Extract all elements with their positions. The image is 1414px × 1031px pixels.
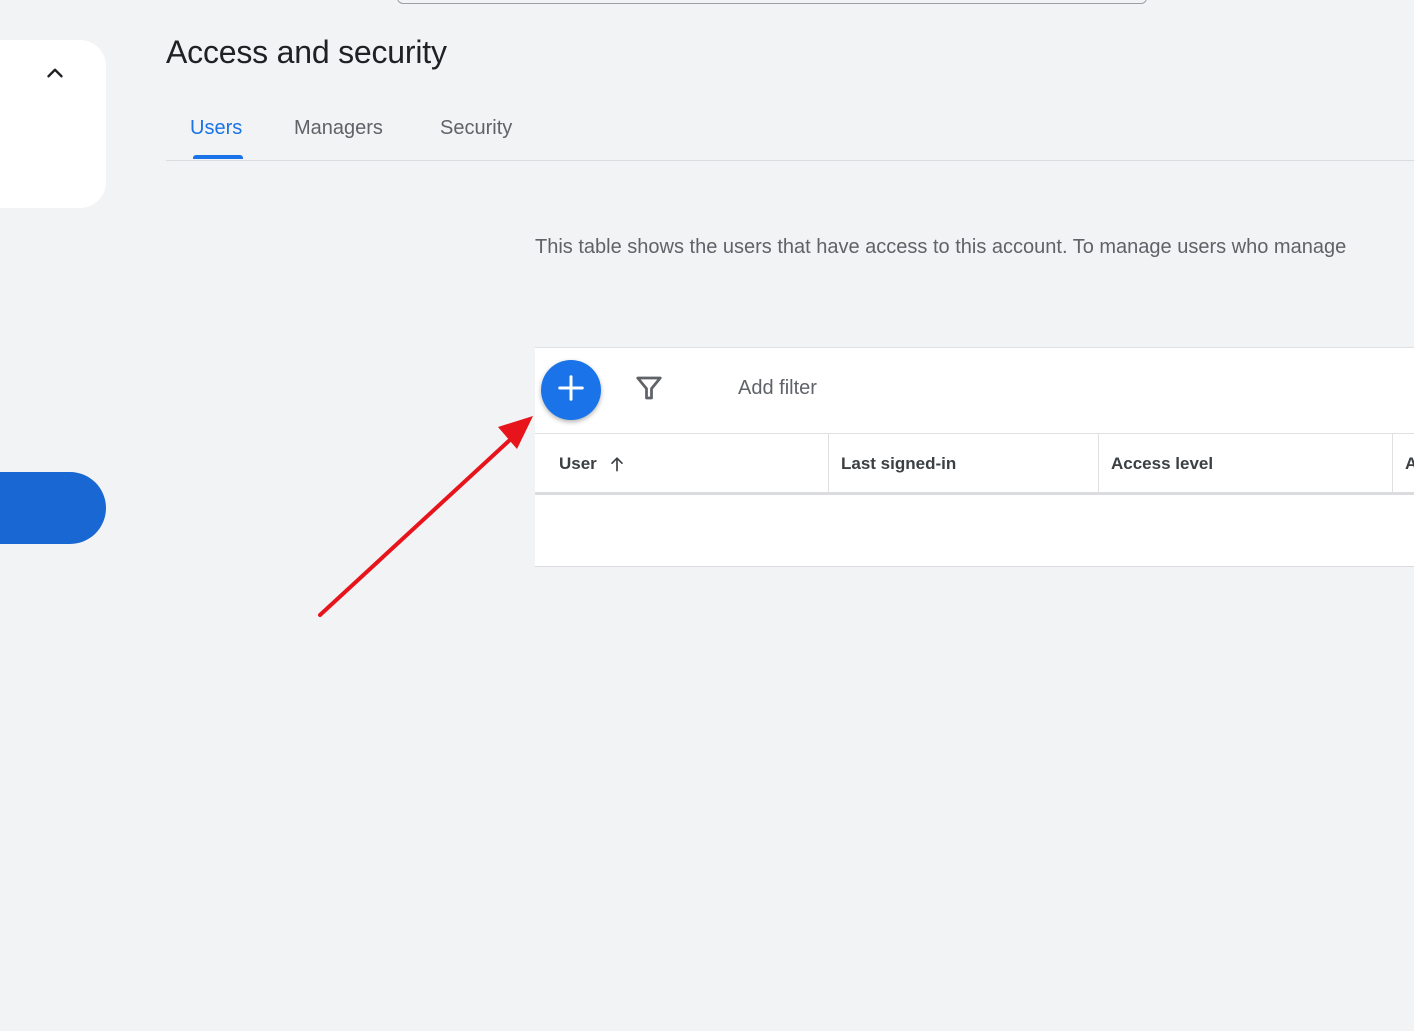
arrow-up-icon [607,454,627,474]
column-header-user[interactable]: User [559,434,627,493]
column-divider [828,434,829,493]
search-bar-edge[interactable] [397,0,1147,4]
add-filter-button[interactable]: Add filter [738,377,817,400]
tab-users[interactable]: Users [190,96,242,160]
filter-icon [634,373,664,408]
column-header-access-level[interactable]: Access level [1111,434,1213,493]
active-tab-indicator [193,155,243,159]
collapse-button[interactable] [40,60,70,90]
users-table: Add filter User Last signed-in Access le… [535,347,1414,567]
tab-bar: Users Managers Security [166,96,1414,161]
tab-security[interactable]: Security [440,96,512,160]
table-header-row: User Last signed-in Access level A [535,433,1414,495]
column-divider [1392,434,1393,493]
column-header-last-signed-in[interactable]: Last signed-in [841,434,956,493]
column-label-user: User [559,453,597,473]
table-description: This table shows the users that have acc… [535,236,1347,258]
tab-managers[interactable]: Managers [294,96,383,160]
chevron-up-icon [42,60,68,91]
filter-button[interactable] [633,374,665,406]
column-divider [1098,434,1099,493]
plus-icon [556,373,586,408]
add-user-button[interactable] [541,360,601,420]
page-title: Access and security [166,34,447,70]
sidebar-active-item[interactable] [0,472,106,544]
column-header-truncated[interactable]: A [1405,434,1414,493]
